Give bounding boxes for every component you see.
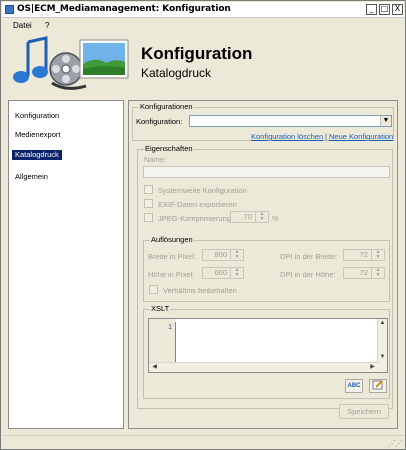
- hoehe-value: 600: [214, 268, 227, 277]
- maximize-button[interactable]: □: [379, 4, 390, 15]
- menu-datei[interactable]: Datei: [13, 21, 32, 30]
- jpeg-spinner[interactable]: 70 ▲ ▼: [230, 211, 269, 223]
- line-number: 1: [168, 322, 173, 331]
- editor-vertical-scrollbar[interactable]: ▲ ▼: [377, 319, 387, 372]
- jpeg-spinner-buttons[interactable]: ▲ ▼: [255, 212, 268, 222]
- spellcheck-icon: ABC: [347, 383, 361, 389]
- spin-down-icon[interactable]: ▼: [372, 273, 384, 278]
- spin-down-icon[interactable]: ▼: [256, 217, 268, 222]
- jpeg-unit: %: [272, 214, 279, 223]
- sidebar-item-allgemein[interactable]: Allgemein: [12, 172, 51, 182]
- breite-spinner[interactable]: 800 ▲ ▼: [202, 249, 244, 261]
- delete-konfiguration-link[interactable]: Konfiguration löschen: [251, 132, 323, 141]
- eigenschaften-group-label: Eigenschaften: [144, 144, 194, 153]
- ratio-label: Verhältnis beibehalten: [163, 286, 237, 295]
- landscape-image-icon: [79, 39, 129, 79]
- spellcheck-button[interactable]: ABC: [345, 379, 363, 393]
- breite-spinner-buttons[interactable]: ▲ ▼: [230, 250, 243, 260]
- resize-grip-icon[interactable]: ⋰⋰: [388, 439, 403, 448]
- header-banner: Konfiguration Katalogdruck: [2, 34, 404, 94]
- hoehe-label: Höhe in Pixel:: [148, 270, 195, 279]
- minimize-button[interactable]: _: [366, 4, 377, 15]
- dpi-breite-value: 72: [359, 250, 368, 259]
- sidebar-nav: Konfiguration Medienexport Katalogdruck …: [8, 100, 124, 429]
- header-logo: [13, 36, 129, 90]
- hoehe-spinner-buttons[interactable]: ▲ ▼: [230, 268, 243, 278]
- new-konfiguration-link[interactable]: Neue Konfiguration: [329, 132, 393, 141]
- edit-pencil-icon: [372, 380, 383, 390]
- sidebar-item-katalogdruck[interactable]: Katalogdruck: [12, 150, 62, 160]
- dpi-hoehe-value: 72: [359, 268, 368, 277]
- xslt-editor[interactable]: 1 ▲ ▼ ◀ ▶: [148, 318, 388, 373]
- name-label: Name:: [144, 155, 167, 164]
- save-button[interactable]: Speichern: [339, 404, 389, 419]
- title-bar[interactable]: OS|ECM_Mediamanagement: Konfiguration _ …: [2, 2, 404, 18]
- aufloesungen-group-label: Auflösungen: [150, 235, 194, 244]
- dpi-hoehe-spinner-buttons[interactable]: ▲ ▼: [371, 268, 384, 278]
- spin-down-icon[interactable]: ▼: [372, 255, 384, 260]
- konfiguration-label: Konfiguration:: [136, 117, 183, 126]
- link-separator: |: [325, 132, 327, 141]
- konfiguration-dropdown[interactable]: ▼: [189, 115, 392, 127]
- page-subtitle: Katalogdruck: [141, 66, 212, 80]
- page-title: Konfiguration: [141, 44, 253, 63]
- dpi-breite-spinner[interactable]: 72 ▲ ▼: [343, 249, 385, 261]
- sidebar-item-medienexport[interactable]: Medienexport: [12, 130, 63, 140]
- dpi-hoehe-spinner[interactable]: 72 ▲ ▼: [343, 267, 385, 279]
- sidebar-item-konfiguration[interactable]: Konfiguration: [12, 111, 62, 121]
- systemweit-label: Systemweite Konfiguration: [158, 186, 247, 195]
- editor-change-bar: [175, 322, 176, 362]
- breite-value: 800: [214, 250, 227, 259]
- music-note-icon: [13, 36, 48, 83]
- application-window: OS|ECM_Mediamanagement: Konfiguration _ …: [0, 0, 406, 450]
- hoehe-spinner[interactable]: 600 ▲ ▼: [202, 267, 244, 279]
- dpi-breite-spinner-buttons[interactable]: ▲ ▼: [371, 250, 384, 260]
- scroll-down-icon[interactable]: ▼: [378, 353, 387, 362]
- status-bar: ⋰⋰: [2, 435, 404, 449]
- content-panel: Konfigurationen Konfiguration: ▼ Konfigu…: [128, 100, 398, 429]
- jpeg-checkbox[interactable]: [144, 213, 153, 222]
- breite-label: Breite in Pixel:: [148, 252, 196, 261]
- jpeg-label: JPEG-Komprimierung:: [158, 214, 234, 223]
- jpeg-value: 70: [243, 212, 252, 221]
- window-title: OS|ECM_Mediamanagement: Konfiguration: [17, 4, 231, 14]
- scroll-up-icon[interactable]: ▲: [378, 319, 387, 328]
- name-field[interactable]: [143, 166, 390, 178]
- spin-down-icon[interactable]: ▼: [231, 255, 243, 260]
- exif-checkbox[interactable]: [144, 199, 153, 208]
- spin-down-icon[interactable]: ▼: [231, 273, 243, 278]
- menu-help[interactable]: ?: [45, 21, 49, 30]
- app-icon: [5, 5, 14, 14]
- systemweit-checkbox[interactable]: [144, 185, 153, 194]
- editor-horizontal-scrollbar[interactable]: ◀ ▶: [149, 362, 378, 372]
- menu-bar: Datei ?: [2, 19, 404, 33]
- scroll-right-icon[interactable]: ▶: [368, 363, 377, 372]
- dpi-breite-label: DPI in der Breite:: [280, 252, 338, 261]
- close-button[interactable]: X: [392, 4, 403, 15]
- konfigurationen-group-label: Konfigurationen: [139, 102, 194, 111]
- xslt-group-label: XSLT: [150, 304, 171, 313]
- ratio-checkbox[interactable]: [149, 285, 158, 294]
- chevron-down-icon[interactable]: ▼: [380, 116, 391, 126]
- dpi-hoehe-label: DPI in der Höhe:: [280, 270, 336, 279]
- edit-button[interactable]: [369, 379, 387, 393]
- exif-label: EXIF-Daten exportieren: [158, 200, 237, 209]
- scroll-left-icon[interactable]: ◀: [150, 363, 159, 372]
